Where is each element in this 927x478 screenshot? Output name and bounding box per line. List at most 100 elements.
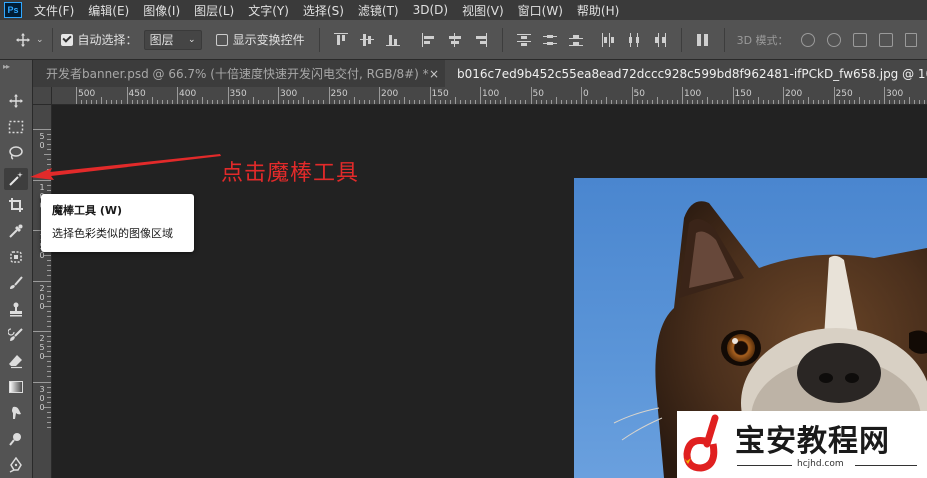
distribute-horizontal-center-icon[interactable] bbox=[627, 32, 641, 47]
ruler-tick bbox=[530, 87, 532, 104]
ruler-minor-tick bbox=[232, 100, 234, 104]
brush-tool-button[interactable] bbox=[4, 272, 28, 294]
ruler-minor-tick bbox=[121, 100, 123, 104]
eraser-tool-button[interactable] bbox=[4, 350, 28, 372]
ruler-minor-tick bbox=[323, 100, 325, 104]
move-tool-preset-button[interactable] bbox=[12, 29, 34, 51]
auto-select-checkbox[interactable] bbox=[60, 33, 73, 46]
3d-orbit-icon[interactable] bbox=[800, 32, 815, 47]
3d-scale-icon[interactable] bbox=[904, 32, 917, 47]
auto-select-label: 自动选择： bbox=[77, 33, 138, 47]
ruler-tick bbox=[631, 87, 633, 104]
magic-wand-tool-icon bbox=[9, 172, 23, 186]
ruler-minor-tick bbox=[904, 100, 906, 104]
dodge-tool-icon bbox=[9, 433, 21, 446]
ruler-minor-tick bbox=[550, 100, 552, 104]
tab-label: 开发者banner.psd @ 66.7% (十倍速度快速开发闪电交付, RGB… bbox=[46, 67, 429, 81]
clone-stamp-tool-button[interactable] bbox=[4, 298, 28, 320]
ruler-minor-tick bbox=[47, 270, 51, 272]
distribute-right-icon[interactable] bbox=[653, 32, 667, 47]
align-left-icon[interactable] bbox=[421, 32, 436, 47]
site-logo-icon bbox=[683, 414, 719, 472]
ruler-minor-tick bbox=[47, 320, 51, 322]
ruler-tick bbox=[76, 87, 77, 104]
chevron-down-icon[interactable]: ⌄ bbox=[36, 35, 44, 45]
smudge-tool-icon bbox=[12, 406, 21, 419]
distribute-vertical-center-icon[interactable] bbox=[542, 33, 557, 47]
ruler-tick bbox=[783, 87, 784, 104]
menu-filter[interactable]: 滤镜(T) bbox=[358, 2, 399, 19]
show-transform-label: 显示变换控件 bbox=[232, 33, 305, 47]
ruler-minor-tick bbox=[717, 100, 719, 104]
ruler-tick bbox=[732, 87, 734, 104]
gradient-tool-button[interactable] bbox=[4, 376, 28, 398]
ruler-minor-tick bbox=[727, 100, 729, 104]
menu-view[interactable]: 视图(V) bbox=[462, 2, 504, 19]
ruler-minor-tick bbox=[44, 356, 51, 358]
history-brush-tool-button[interactable] bbox=[4, 324, 28, 346]
auto-align-layers-icon[interactable] bbox=[696, 33, 710, 47]
panel-grip-icon[interactable]: ▸▸ bbox=[3, 62, 10, 71]
menu-type[interactable]: 文字(Y) bbox=[248, 2, 289, 19]
ruler-origin[interactable] bbox=[33, 87, 52, 105]
distribute-left-icon[interactable] bbox=[601, 32, 615, 47]
ruler-minor-tick bbox=[47, 396, 51, 398]
ruler-minor-tick bbox=[47, 416, 51, 418]
ruler-minor-tick bbox=[818, 100, 820, 104]
menu-help[interactable]: 帮助(H) bbox=[577, 2, 619, 19]
ruler-minor-tick bbox=[358, 100, 360, 104]
align-right-icon[interactable] bbox=[474, 32, 488, 47]
menu-select[interactable]: 选择(S) bbox=[303, 2, 344, 19]
ruler-minor-tick bbox=[742, 100, 744, 104]
menu-layer[interactable]: 图层(L) bbox=[194, 2, 234, 19]
marquee-tool-button[interactable] bbox=[4, 116, 28, 138]
menu-3d[interactable]: 3D(D) bbox=[413, 3, 448, 17]
eyedropper-tool-button[interactable] bbox=[4, 220, 28, 242]
ruler-label: 200 bbox=[785, 89, 803, 99]
ruler-minor-tick bbox=[626, 100, 628, 104]
ruler-minor-tick bbox=[490, 100, 492, 104]
ruler-minor-tick bbox=[515, 100, 517, 104]
menu-image[interactable]: 图像(I) bbox=[143, 2, 180, 19]
lasso-tool-button[interactable] bbox=[4, 142, 28, 164]
ruler-label: 300 bbox=[280, 89, 298, 99]
smudge-tool-button[interactable] bbox=[4, 402, 28, 424]
menu-file[interactable]: 文件(F) bbox=[34, 2, 74, 19]
crop-tool-button[interactable] bbox=[4, 194, 28, 216]
move-tool-button[interactable] bbox=[4, 90, 28, 112]
3d-slide-icon[interactable] bbox=[878, 32, 893, 47]
ruler-minor-tick bbox=[156, 100, 158, 104]
align-bottom-icon[interactable] bbox=[385, 33, 400, 47]
distribute-top-icon[interactable] bbox=[516, 33, 531, 47]
menu-window[interactable]: 窗口(W) bbox=[518, 2, 563, 19]
ruler-minor-tick bbox=[116, 100, 118, 104]
ruler-minor-tick bbox=[237, 100, 239, 104]
close-icon[interactable]: × bbox=[429, 67, 439, 81]
tab-banner-psd[interactable]: 开发者banner.psd @ 66.7% (十倍速度快速开发闪电交付, RGB… bbox=[33, 60, 445, 87]
spot-healing-tool-button[interactable] bbox=[4, 246, 28, 268]
ruler-minor-tick bbox=[131, 100, 133, 104]
dodge-tool-button[interactable] bbox=[4, 428, 28, 450]
3d-pan-icon[interactable] bbox=[852, 32, 867, 47]
show-transform-checkbox[interactable] bbox=[215, 33, 228, 46]
ruler-minor-tick bbox=[419, 100, 421, 104]
ruler-minor-tick bbox=[298, 100, 300, 104]
align-horizontal-center-icon[interactable] bbox=[448, 32, 462, 47]
tab-dog-jpg[interactable]: b016c7ed9b452c55ea8ead72dccc928c599bd8f9… bbox=[445, 60, 927, 87]
ruler-minor-tick bbox=[272, 100, 274, 104]
auto-select-dropdown[interactable]: 图层 ⌄ bbox=[143, 29, 202, 50]
3d-roll-icon[interactable] bbox=[826, 32, 841, 47]
distribute-bottom-icon[interactable] bbox=[568, 33, 583, 47]
ruler-minor-tick bbox=[47, 315, 51, 317]
align-vertical-center-icon[interactable] bbox=[359, 33, 374, 47]
horizontal-ruler[interactable]: 500 450 400 350 300 250 200 150 100 50 0 50 100 150 20… bbox=[52, 87, 927, 105]
magic-wand-tool-button[interactable] bbox=[4, 168, 28, 190]
ruler-minor-tick bbox=[646, 100, 648, 104]
ruler-minor-tick bbox=[47, 290, 51, 292]
align-top-icon[interactable] bbox=[333, 32, 348, 47]
ruler-minor-tick bbox=[47, 366, 51, 368]
pen-tool-button[interactable] bbox=[4, 454, 28, 476]
menu-edit[interactable]: 编辑(E) bbox=[88, 2, 129, 19]
ruler-minor-tick bbox=[737, 100, 739, 104]
ruler-minor-tick bbox=[182, 100, 184, 104]
